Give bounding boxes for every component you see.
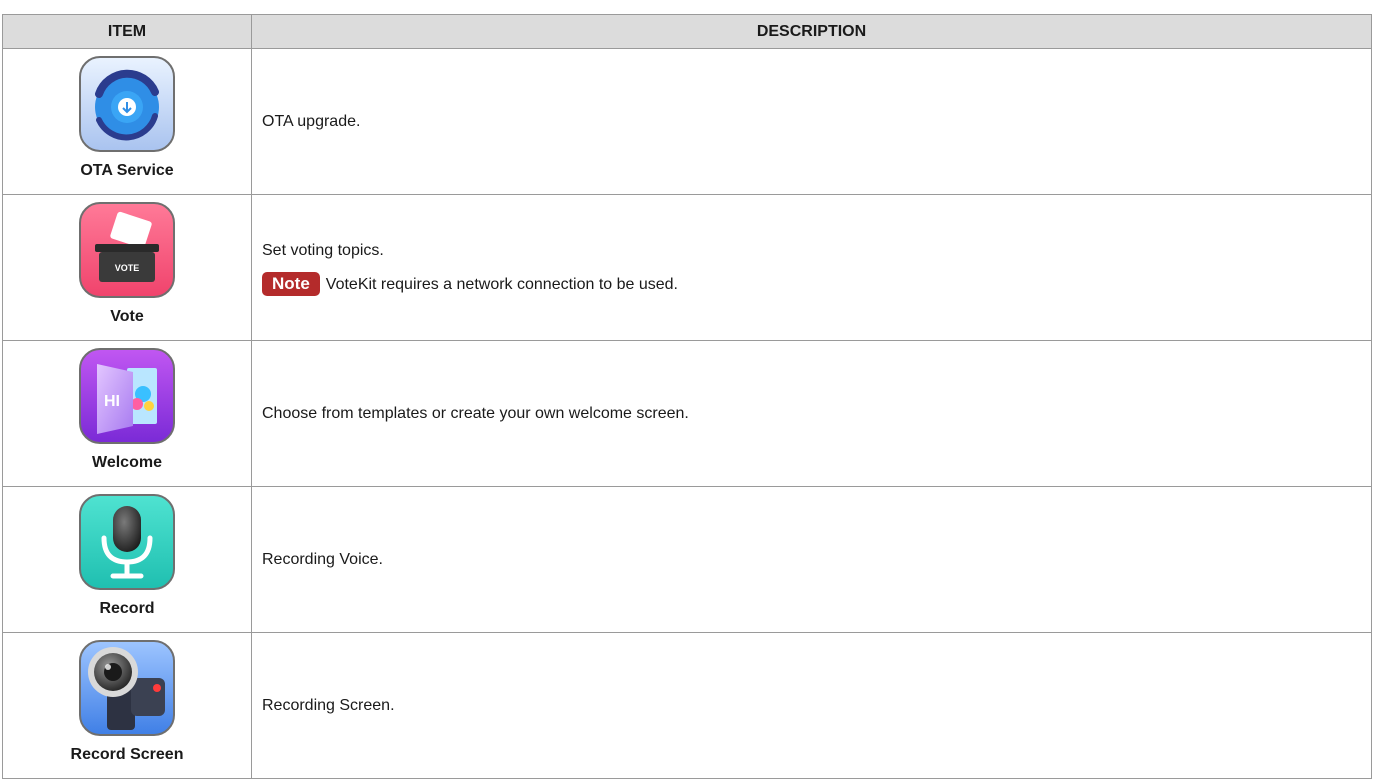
description-text: Recording Screen. — [262, 696, 395, 714]
description-column-header: DESCRIPTION — [251, 14, 1372, 49]
note-text: VoteKit requires a network connection to… — [325, 275, 678, 293]
item-label: Record — [99, 600, 155, 617]
item-label: Record Screen — [70, 746, 184, 763]
item-cell: HI Welcome — [2, 340, 252, 487]
description-text: Choose from templates or create your own… — [262, 404, 689, 422]
table-row: OTA Service OTA upgrade. — [2, 48, 1372, 195]
microphone-icon — [77, 492, 177, 592]
item-cell: OTA Service — [2, 48, 252, 195]
table-row: Record Screen Recording Screen. — [2, 632, 1372, 779]
vote-icon: VOTE — [77, 200, 177, 300]
welcome-icon-text: HI — [104, 393, 120, 410]
item-cell: Record — [2, 486, 252, 633]
welcome-icon: HI — [77, 346, 177, 446]
description-text: Recording Voice. — [262, 550, 383, 568]
table-header-row: ITEM DESCRIPTION — [2, 14, 1372, 49]
description-cell: Recording Voice. — [251, 486, 1372, 633]
vote-icon-text: VOTE — [115, 263, 140, 273]
description-cell: OTA upgrade. — [251, 48, 1372, 195]
ota-service-icon — [77, 54, 177, 154]
item-label: OTA Service — [80, 162, 174, 179]
description-cell: Set voting topics. Note VoteKit requires … — [251, 194, 1372, 341]
note: Note VoteKit requires a network connectio… — [262, 271, 1371, 296]
description-text: OTA upgrade. — [262, 112, 361, 130]
description-cell: Choose from templates or create your own… — [251, 340, 1372, 487]
table-row: Record Recording Voice. — [2, 486, 1372, 633]
description-text: Set voting topics. — [262, 241, 384, 259]
note-badge: Note — [262, 271, 320, 296]
app-description-table: ITEM DESCRIPTION OTA Service OTA upgrade… — [2, 14, 1372, 779]
item-column-header: ITEM — [2, 14, 252, 49]
item-label: Welcome — [92, 454, 162, 471]
description-cell: Recording Screen. — [251, 632, 1372, 779]
item-cell: Record Screen — [2, 632, 252, 779]
table-row: HI Welcome Choose from templates or crea… — [2, 340, 1372, 487]
item-cell: VOTE Vote — [2, 194, 252, 341]
video-camera-icon — [77, 638, 177, 738]
table-row: VOTE Vote Set voting topics. Note VoteKit… — [2, 194, 1372, 341]
item-label: Vote — [110, 308, 144, 325]
